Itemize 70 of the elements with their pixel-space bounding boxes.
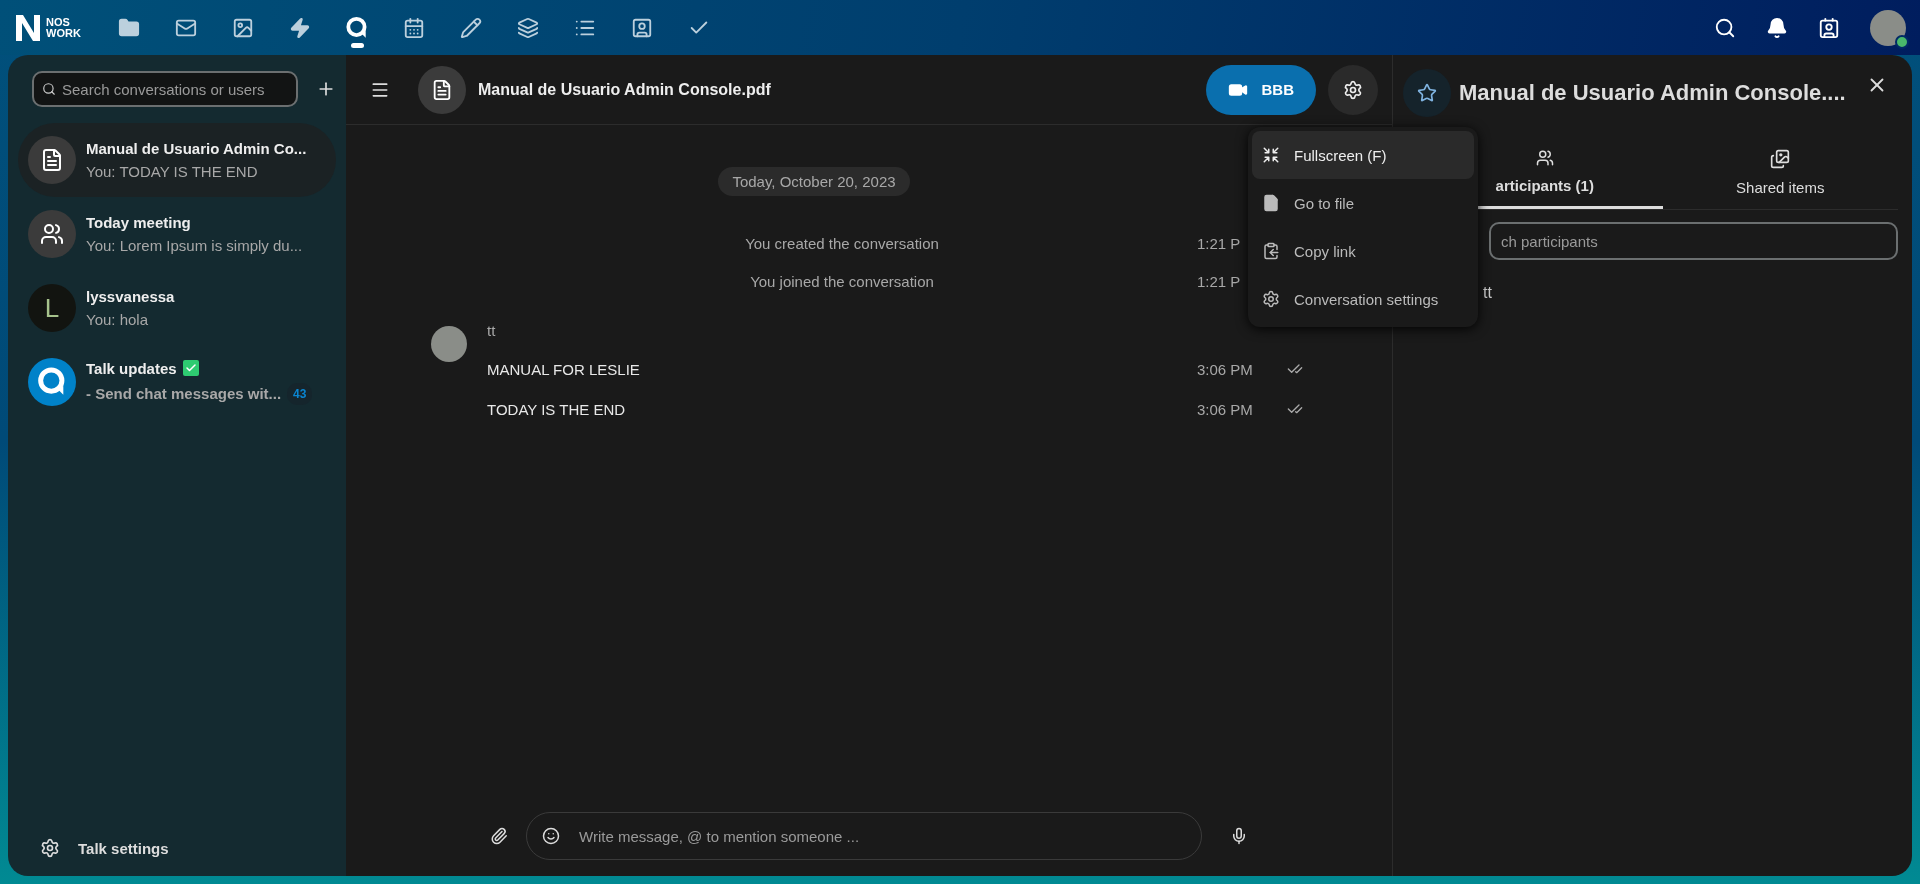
paperclip-icon — [490, 827, 508, 845]
fullscreen-icon — [1262, 146, 1280, 164]
document-icon — [40, 148, 64, 172]
star-icon — [1417, 83, 1437, 103]
people-icon — [1535, 149, 1554, 167]
file-icon — [1262, 194, 1280, 212]
lightning-icon — [289, 16, 312, 39]
tab[interactable]: Shared items — [1662, 149, 1898, 209]
message-field[interactable]: Write message, @ to mention someone ... — [526, 812, 1202, 860]
participant-search-field[interactable]: ch participants — [1489, 222, 1898, 260]
search-icon — [42, 82, 56, 96]
menu-item[interactable]: Fullscreen (F) — [1252, 131, 1474, 179]
author-avatar — [431, 326, 467, 362]
contact-card-icon — [1818, 16, 1840, 39]
pencil-icon — [460, 16, 483, 39]
conversation-name: Talk updates — [86, 359, 177, 377]
tab[interactable]: articipants (1) — [1403, 149, 1663, 209]
active-indicator — [350, 42, 364, 48]
microphone-icon — [1230, 827, 1248, 845]
message-time: 3:06 PM — [1197, 400, 1253, 418]
images-icon — [1770, 149, 1791, 169]
settings-icon — [40, 838, 60, 858]
stack-icon — [517, 16, 540, 39]
message-text: TODAY IS THE END — [487, 400, 627, 418]
system-message: You joined the conversation — [749, 272, 935, 290]
logo-text: NOS WORK — [46, 16, 81, 39]
search-field[interactable]: Search conversations or users — [32, 71, 298, 107]
image-icon — [232, 16, 255, 39]
favorite-button[interactable] — [1403, 69, 1451, 117]
calendar-icon — [403, 16, 426, 39]
author-name: tt — [487, 322, 497, 339]
conversation-preview: - Send chat messages wit... — [86, 385, 282, 402]
date-separator: Today, October 20, 2023 — [718, 167, 910, 196]
unread-count: 43 — [287, 382, 313, 405]
logo-icon — [14, 12, 42, 43]
contact-card-icon — [631, 16, 654, 39]
conversation-preview: You: Lorem Ipsum is simply du... — [86, 237, 303, 254]
conversation-item[interactable]: Today meeting You: Lorem Ipsum is simply du... — [18, 197, 336, 271]
message-time: 1:21 P — [1197, 234, 1241, 252]
search-icon — [1714, 16, 1736, 39]
menu-item[interactable]: Copy link — [1252, 227, 1474, 275]
system-message: You created the conversation — [744, 234, 940, 252]
call-button[interactable]: BBB — [1205, 64, 1316, 115]
document-icon — [431, 78, 453, 101]
group-icon — [40, 222, 64, 246]
settings-icon — [1343, 79, 1363, 100]
conversation-name: Manual de Usuario Admin Co... — [86, 140, 307, 157]
details-title: Manual de Usuario Admin Console.... — [1459, 80, 1846, 106]
conversation-item[interactable]: L lyssvanessa You: hola — [18, 271, 336, 345]
conversation-title: Manual de Usuario Admin Console.pdf — [478, 80, 771, 99]
talk-settings-button[interactable]: Talk settings — [18, 830, 336, 866]
conversation-item[interactable]: Manual de Usuario Admin Co... You: TODAY IS THE END — [18, 123, 336, 197]
menu-item[interactable]: Conversation settings — [1252, 275, 1474, 323]
emoji-icon — [542, 827, 560, 845]
conversation-preview: You: hola — [86, 311, 148, 328]
conversation-item[interactable]: Talk updates - Send chat messages wit... 43 — [18, 345, 336, 419]
participant-name: tt — [1483, 284, 1493, 302]
settings-icon — [1262, 290, 1280, 308]
conversation-name: lyssvanessa — [86, 288, 175, 305]
conversation-name: Today meeting — [86, 214, 191, 231]
user-avatar[interactable] — [1870, 9, 1906, 46]
message-time: 3:06 PM — [1197, 360, 1253, 378]
settings-button[interactable] — [1328, 64, 1378, 115]
message-text: MANUAL FOR LESLIE — [487, 360, 641, 378]
clipboard-icon — [1262, 242, 1280, 260]
message-time: 1:21 P — [1197, 272, 1241, 290]
conversation-preview: You: TODAY IS THE END — [86, 163, 258, 180]
avatar-letter: L — [44, 292, 60, 324]
folder-icon — [118, 16, 141, 39]
bell-icon — [1766, 16, 1788, 39]
